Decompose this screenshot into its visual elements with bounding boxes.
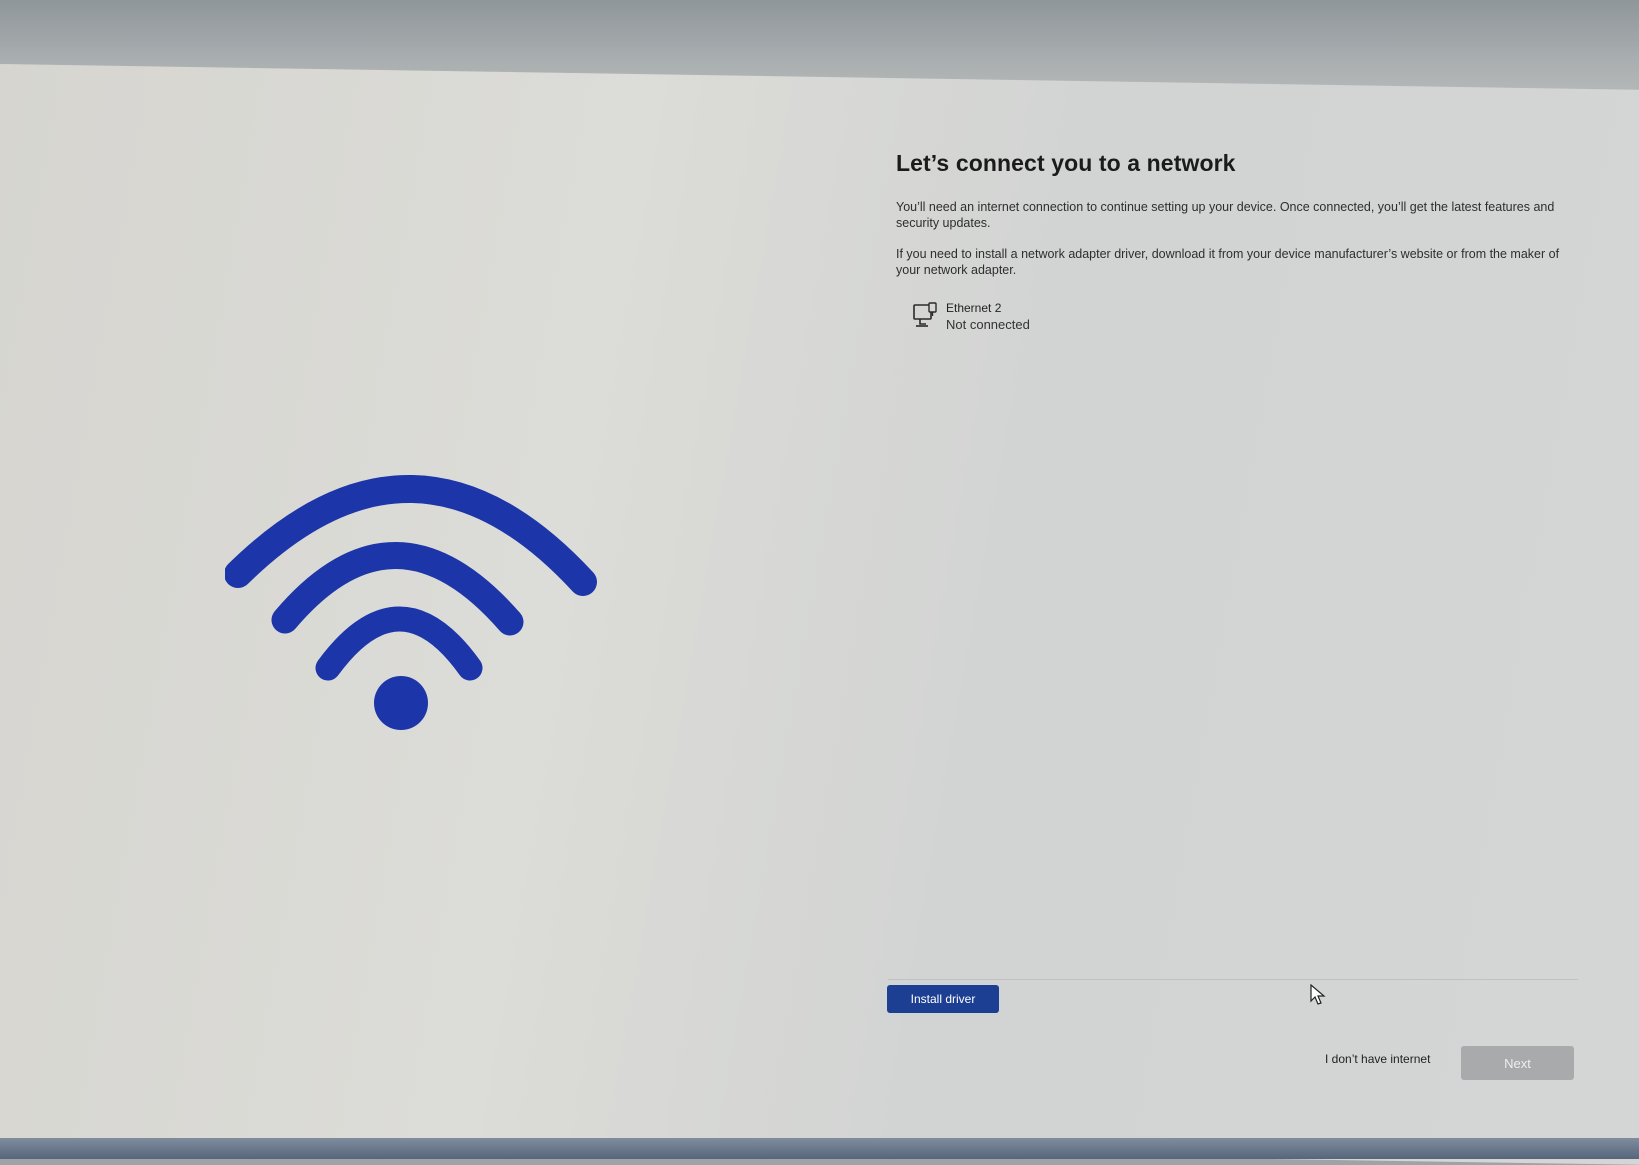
- no-internet-link[interactable]: I don’t have internet: [1325, 1052, 1430, 1066]
- intro-text: You’ll need an internet connection to co…: [896, 200, 1555, 230]
- network-status: Not connected: [946, 317, 1030, 332]
- wifi-arc-inner: [315, 606, 483, 681]
- network-text: Ethernet 2 Not connected: [946, 300, 1030, 334]
- network-item-ethernet[interactable]: Ethernet 2 Not connected: [912, 300, 1586, 334]
- wifi-icon: [225, 475, 597, 730]
- page-title: Let’s connect you to a network: [896, 150, 1236, 176]
- footer-divider: [888, 979, 1578, 980]
- wifi-dot: [374, 676, 428, 730]
- monitor-bottom-edge: [0, 1138, 1639, 1159]
- ethernet-icon: [913, 302, 937, 327]
- install-driver-button[interactable]: Install driver: [887, 985, 999, 1013]
- mouse-cursor-icon: [1310, 984, 1326, 1005]
- network-name: Ethernet 2: [946, 301, 1002, 315]
- content-panel: Let’s connect you to a network You’ll ne…: [896, 150, 1586, 334]
- driver-note-text: If you need to install a network adapter…: [896, 247, 1560, 277]
- next-button[interactable]: Next: [1461, 1046, 1574, 1080]
